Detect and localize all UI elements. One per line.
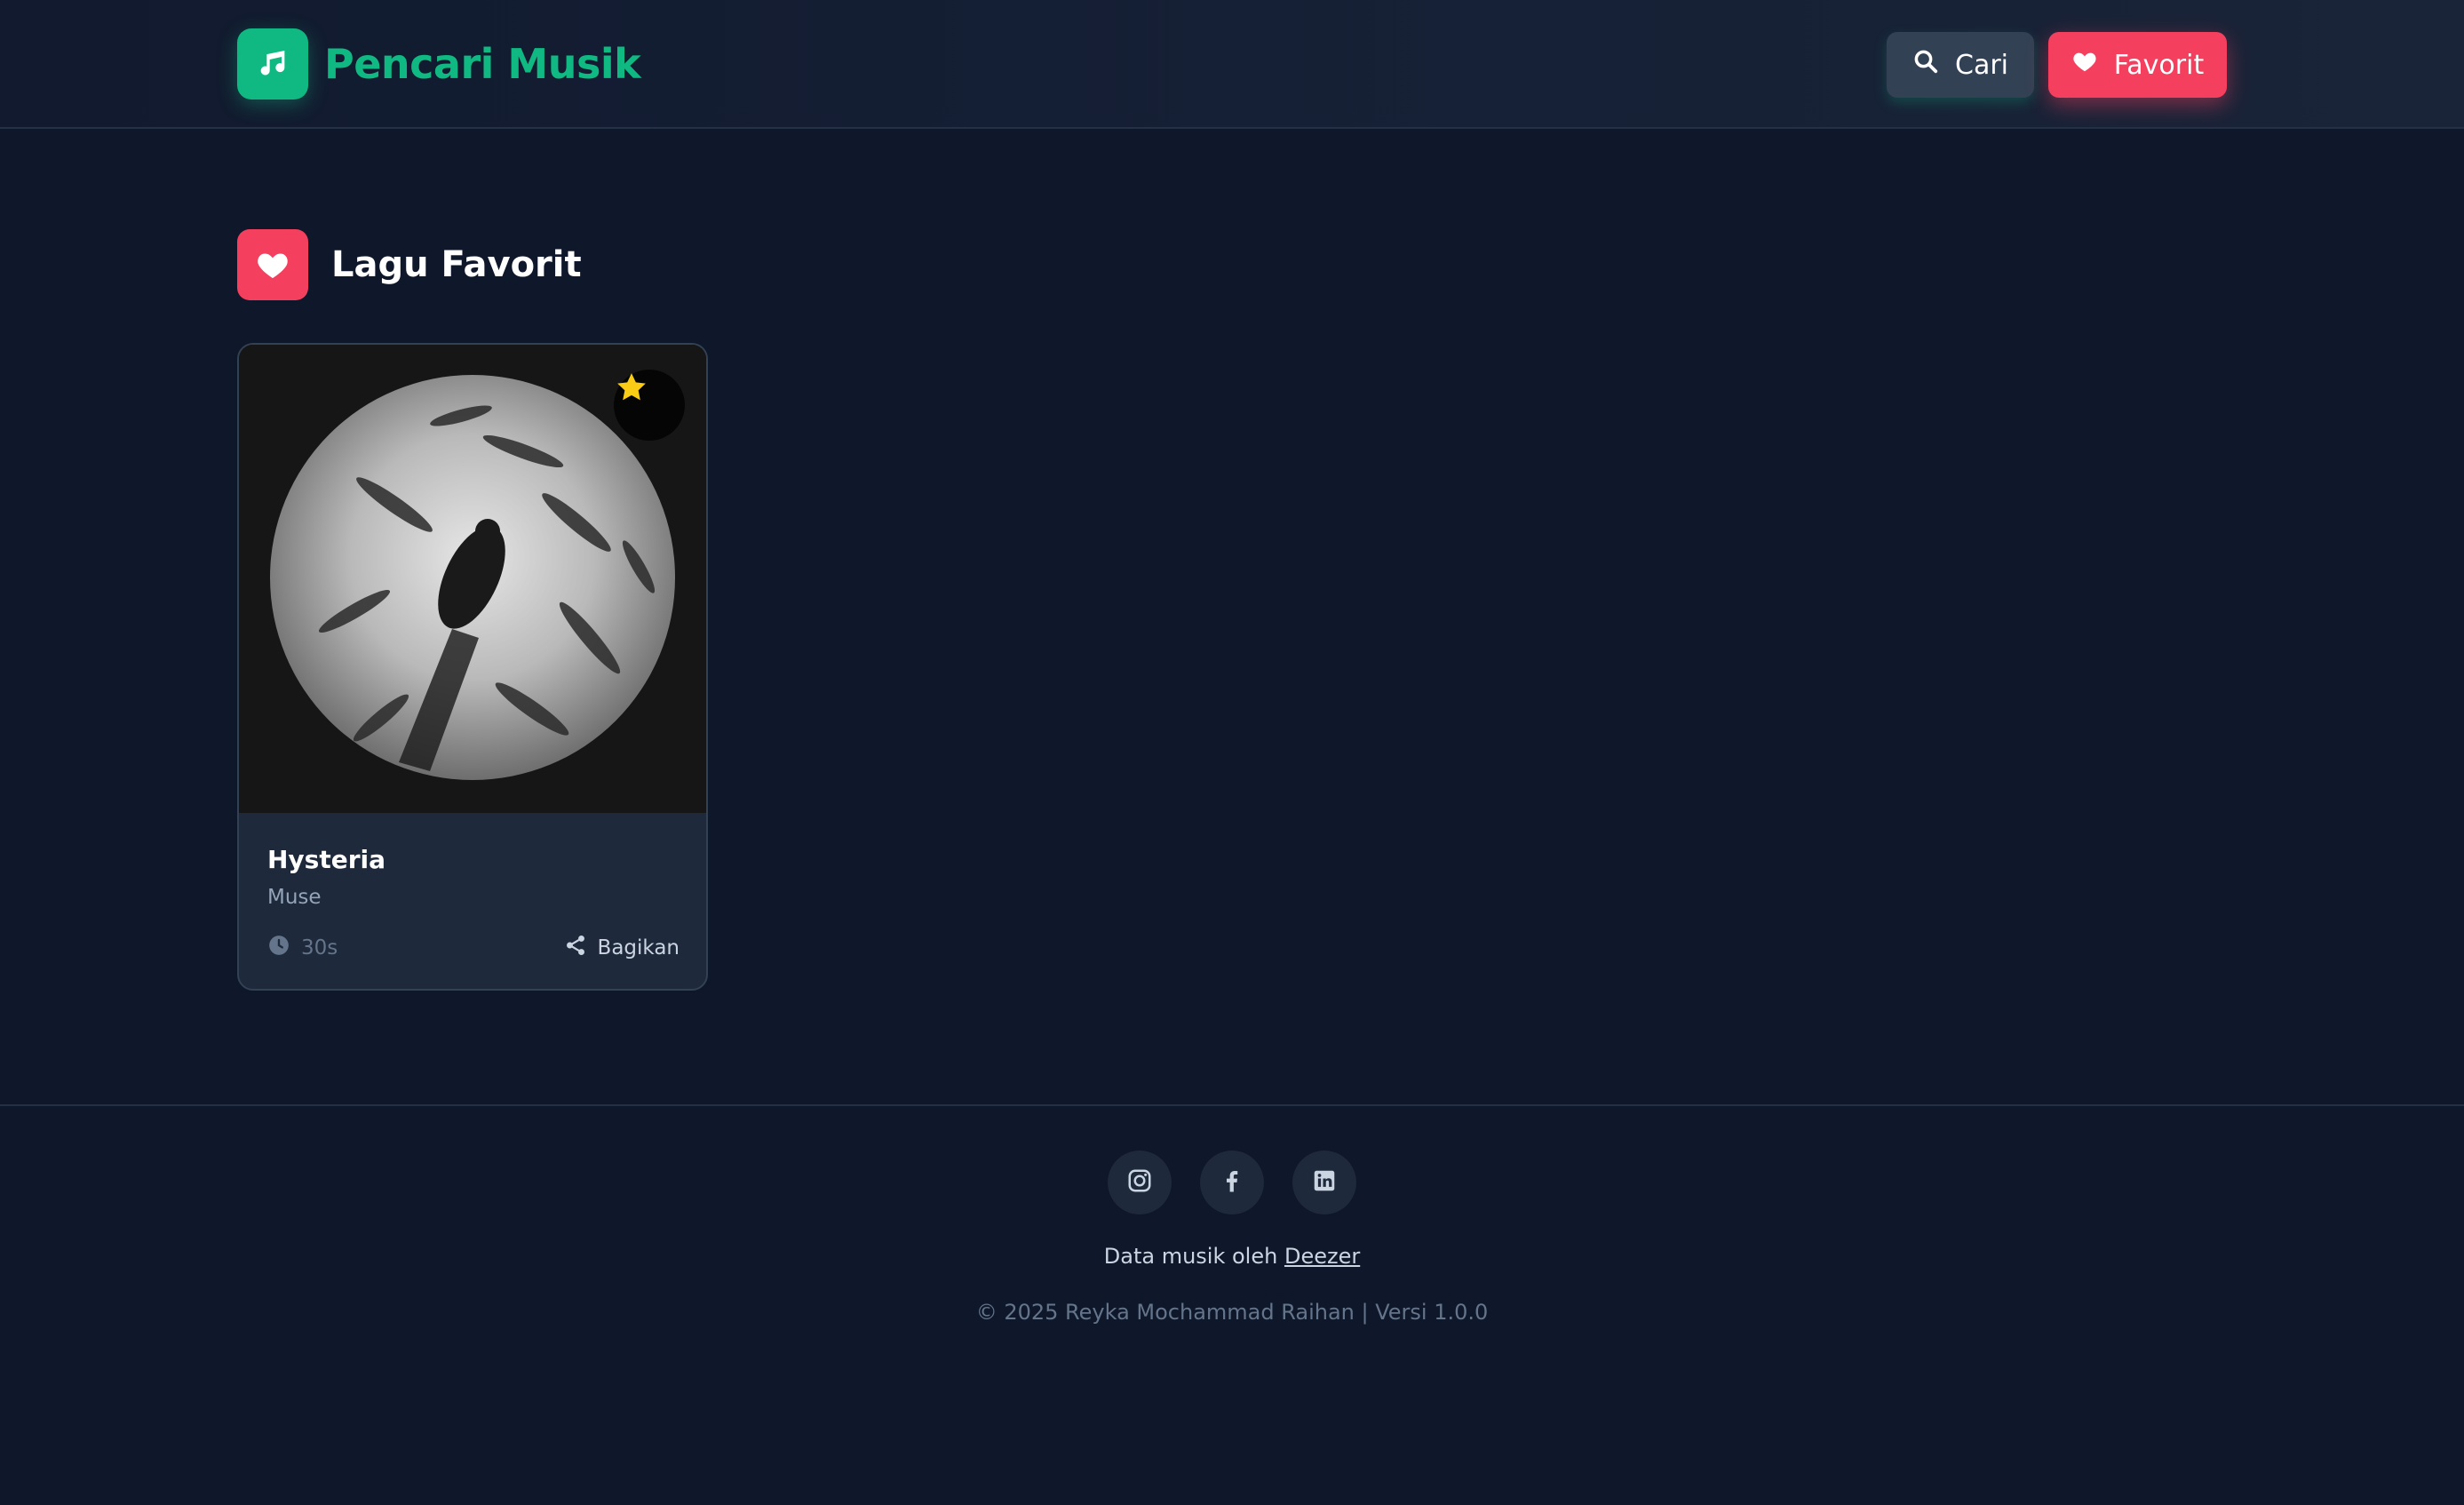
linkedin-link[interactable] xyxy=(1292,1151,1356,1214)
top-navbar: Pencari Musik Cari Favorit xyxy=(0,0,2464,129)
section-header: Lagu Favorit xyxy=(237,229,582,300)
heart-icon xyxy=(237,229,308,300)
favorite-toggle-button[interactable] xyxy=(614,370,685,441)
song-card-body: Hysteria Muse 30s Bagikan xyxy=(239,813,706,989)
facebook-link[interactable] xyxy=(1200,1151,1264,1214)
share-button[interactable]: Bagikan xyxy=(564,934,680,962)
favorite-button-label: Favorit xyxy=(2113,49,2205,81)
heart-icon xyxy=(2071,48,2098,82)
song-card[interactable]: Hysteria Muse 30s Bagikan xyxy=(237,343,708,991)
favorite-nav-button[interactable]: Favorit xyxy=(2048,32,2227,98)
page-title: Lagu Favorit xyxy=(331,244,582,285)
instagram-link[interactable] xyxy=(1108,1151,1172,1214)
deezer-link[interactable]: Deezer xyxy=(1284,1244,1360,1269)
share-label: Bagikan xyxy=(597,936,680,960)
footer: Data musik oleh Deezer © 2025 Reyka Moch… xyxy=(0,1104,2464,1505)
linkedin-icon xyxy=(1311,1167,1338,1198)
album-cover-image[interactable] xyxy=(239,345,706,813)
search-button[interactable]: Cari xyxy=(1887,32,2034,98)
clock-icon xyxy=(267,934,290,962)
song-duration-label: 30s xyxy=(301,936,338,960)
copyright: © 2025 Reyka Mochammad Raihan | Versi 1.… xyxy=(975,1300,1489,1325)
brand-title: Pencari Musik xyxy=(324,40,641,88)
song-artist: Muse xyxy=(267,886,322,909)
music-note-icon xyxy=(237,28,308,100)
social-links xyxy=(0,1151,2464,1214)
search-button-label: Cari xyxy=(1955,49,2008,81)
song-title: Hysteria xyxy=(267,845,386,874)
share-icon xyxy=(564,934,587,962)
brand[interactable]: Pencari Musik xyxy=(237,28,641,100)
data-credit: Data musik oleh Deezer xyxy=(0,1244,2464,1269)
credit-text: Data musik oleh xyxy=(1103,1244,1278,1269)
instagram-icon xyxy=(1126,1167,1153,1198)
facebook-icon xyxy=(1219,1167,1245,1198)
search-icon xyxy=(1912,48,1939,82)
song-duration: 30s xyxy=(267,934,338,962)
app-page: Pencari Musik Cari Favorit Lagu Favorit … xyxy=(0,0,2464,1505)
